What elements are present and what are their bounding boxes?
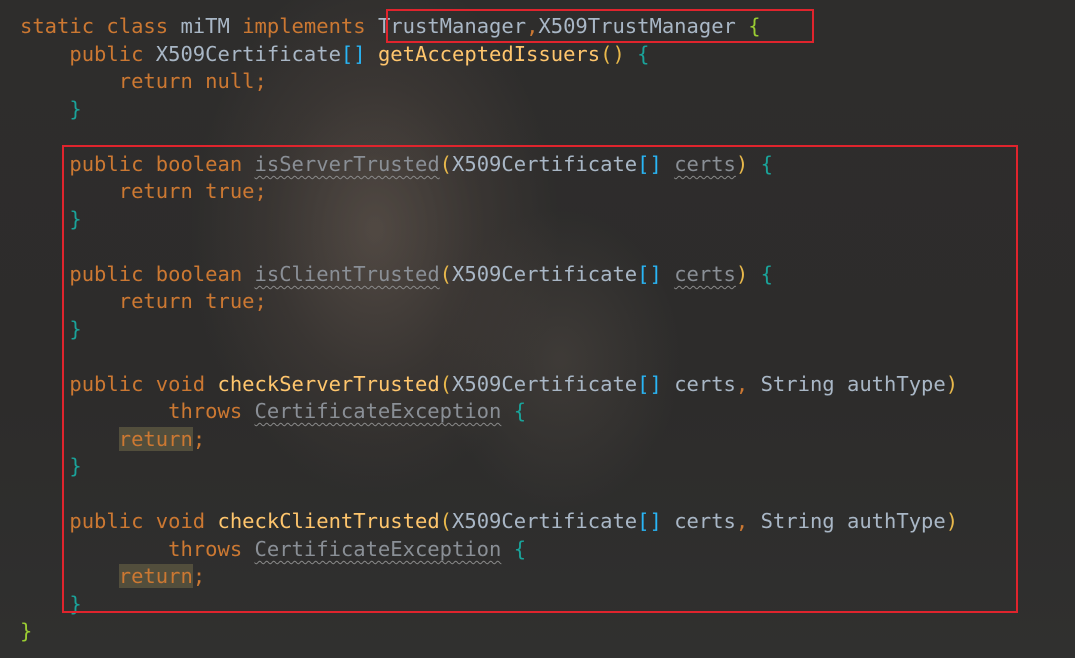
close-brace: }	[20, 619, 33, 643]
return-type: X509Certificate	[155, 42, 341, 66]
class-name: miTM	[180, 14, 230, 38]
keyword-static: static	[20, 14, 95, 38]
annotation-box-methods	[62, 145, 1018, 613]
semicolon: ;	[254, 69, 267, 93]
code-line-get-accepted-issuers[interactable]: public X509Certificate[] getAcceptedIssu…	[20, 41, 650, 68]
keyword-implements: implements	[242, 14, 366, 38]
open-brace: {	[637, 42, 650, 66]
literal-null: null	[205, 69, 255, 93]
parens: ()	[600, 42, 625, 66]
annotation-box-interfaces	[386, 9, 814, 43]
array-brackets: []	[340, 42, 366, 66]
keyword-class: class	[106, 14, 169, 38]
code-editor[interactable]: static class miTM implements TrustManage…	[0, 0, 1075, 658]
code-line-class-close-brace[interactable]: }	[20, 618, 32, 645]
code-line-close-brace[interactable]: }	[20, 96, 82, 123]
keyword-public: public	[69, 42, 144, 66]
close-brace: }	[69, 97, 82, 121]
code-line-return-null[interactable]: return null;	[20, 68, 267, 95]
method-name: getAcceptedIssuers	[377, 42, 601, 66]
keyword-return: return	[118, 69, 193, 93]
